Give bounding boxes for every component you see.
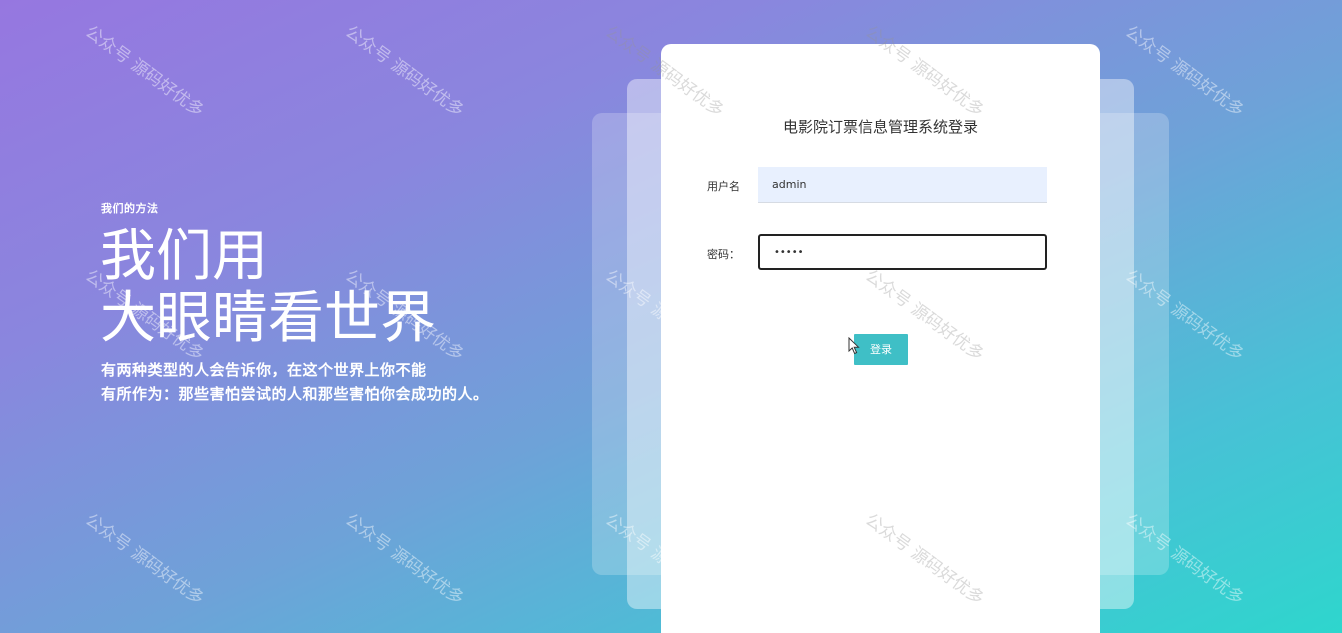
- hero-title-line-2: 大眼睛看世界: [100, 286, 436, 351]
- login-title: 电影院订票信息管理系统登录: [782, 118, 978, 136]
- hero-kicker: 我们的方法: [101, 202, 159, 215]
- watermark: 公众号 源码好优多: [81, 510, 208, 610]
- watermark: 公众号 源码好优多: [1121, 22, 1248, 122]
- username-input[interactable]: [758, 167, 1047, 203]
- login-page: 我们的方法 我们用 大眼睛看世界 有两种类型的人会告诉你，在这个世界上你不能 有…: [0, 0, 1342, 633]
- login-button[interactable]: 登录: [854, 334, 908, 365]
- mouse-cursor-icon: [848, 337, 860, 355]
- login-card: 电影院订票信息管理系统登录 用户名 密码： 登录: [661, 44, 1100, 633]
- hero-description-line-2: 有所作为：那些害怕尝试的人和那些害怕你会成功的人。: [101, 385, 489, 403]
- password-input[interactable]: [758, 234, 1047, 270]
- hero-description-line-1: 有两种类型的人会告诉你，在这个世界上你不能: [101, 361, 427, 379]
- username-label: 用户名: [707, 180, 740, 193]
- watermark: 公众号 源码好优多: [341, 510, 468, 610]
- hero-title: 我们用 大眼睛看世界: [100, 226, 436, 350]
- watermark: 公众号 源码好优多: [81, 22, 208, 122]
- hero-description: 有两种类型的人会告诉你，在这个世界上你不能 有所作为：那些害怕尝试的人和那些害怕…: [101, 358, 489, 406]
- watermark: 公众号 源码好优多: [341, 22, 468, 122]
- hero-title-line-1: 我们用: [100, 224, 268, 289]
- password-label: 密码：: [707, 248, 740, 261]
